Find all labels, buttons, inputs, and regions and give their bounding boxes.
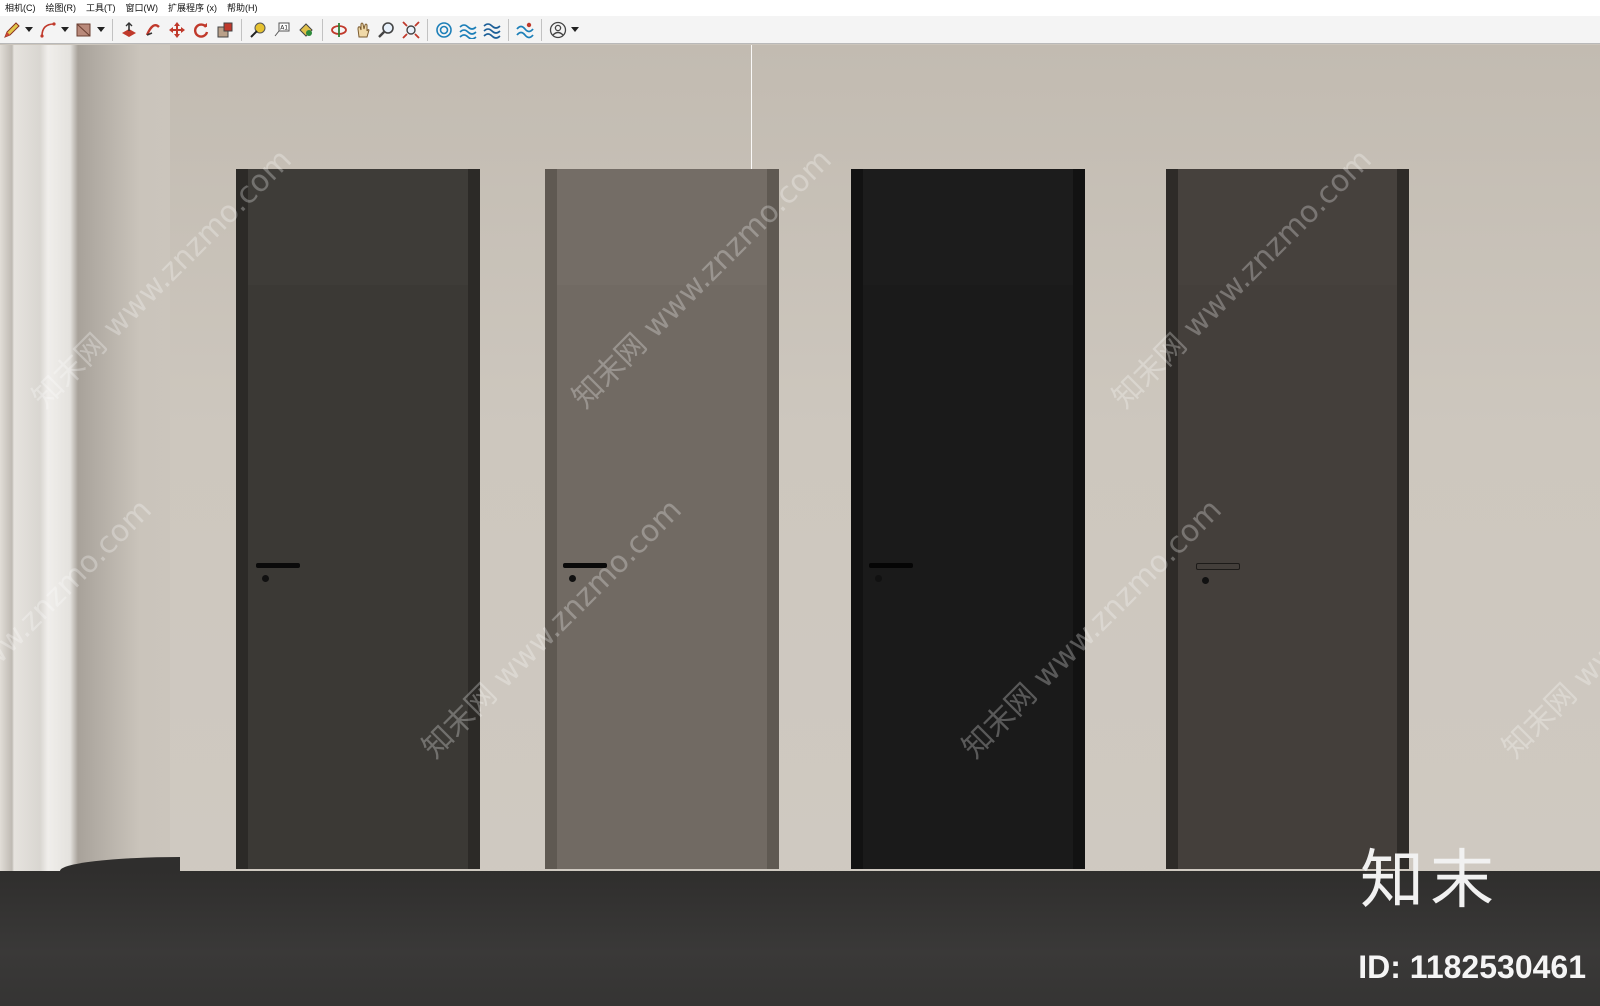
account-dropdown[interactable] xyxy=(570,19,579,41)
curved-wall xyxy=(0,45,180,871)
model-viewport[interactable]: 知末网 www.znzmo.com 知末网 www.znzmo.com 知末网 … xyxy=(0,45,1600,1006)
orbit-icon[interactable] xyxy=(328,19,350,41)
menu-window[interactable]: 窗口(W) xyxy=(121,0,164,16)
door-4-leaf xyxy=(1178,285,1397,869)
door-4-left-jamb xyxy=(1166,169,1178,869)
door-2-leaf xyxy=(557,285,767,869)
watermark-text: 知末网 www.znzmo.com xyxy=(1495,492,1600,766)
door-4-transom xyxy=(1178,169,1397,287)
terrain-icon[interactable] xyxy=(457,19,479,41)
door-2-right-jamb xyxy=(767,169,779,869)
door-4-handle xyxy=(1196,563,1240,570)
shape-icon[interactable] xyxy=(73,19,95,41)
door-4 xyxy=(1166,169,1409,869)
door-2-left-jamb xyxy=(545,169,557,869)
zoom-extents-icon[interactable] xyxy=(400,19,422,41)
brand-logo: 知末 xyxy=(1360,844,1500,918)
door-3-transom xyxy=(863,169,1073,287)
pencil-dropdown[interactable] xyxy=(24,19,33,41)
sandbox-icon[interactable] xyxy=(433,19,455,41)
door-3-left-jamb xyxy=(851,169,863,869)
door-3-right-jamb xyxy=(1073,169,1085,869)
guide-line xyxy=(751,45,752,171)
door-1-leaf xyxy=(248,285,468,869)
door-3-leaf xyxy=(863,285,1073,869)
door-1-handle xyxy=(256,563,300,568)
pan-icon[interactable] xyxy=(352,19,374,41)
toolbar-separator xyxy=(112,18,113,41)
account-icon[interactable] xyxy=(547,19,569,41)
move-icon[interactable] xyxy=(166,19,188,41)
toolbar-separator xyxy=(508,18,509,41)
door-1 xyxy=(236,169,480,869)
menu-help[interactable]: 帮助(H) xyxy=(222,0,263,16)
push-pull-icon[interactable] xyxy=(118,19,140,41)
shape-dropdown[interactable] xyxy=(96,19,105,41)
door-1-right-jamb xyxy=(468,169,480,869)
door-1-left-jamb xyxy=(236,169,248,869)
text-label-icon[interactable]: A1 xyxy=(271,19,293,41)
toolbar-separator xyxy=(427,18,428,41)
scale-icon[interactable] xyxy=(214,19,236,41)
contours-icon[interactable] xyxy=(481,19,503,41)
arc-icon[interactable] xyxy=(37,19,59,41)
arc-dropdown[interactable] xyxy=(60,19,69,41)
door-2-transom xyxy=(557,169,767,287)
door-3-lock xyxy=(875,575,882,582)
paint-bucket-icon[interactable] xyxy=(295,19,317,41)
smoove-icon[interactable] xyxy=(514,19,536,41)
door-2 xyxy=(545,169,779,869)
door-4-lock xyxy=(1202,577,1209,584)
door-1-transom xyxy=(248,169,468,287)
door-1-lock xyxy=(262,575,269,582)
menu-tools[interactable]: 工具(T) xyxy=(81,0,121,16)
zoom-icon[interactable] xyxy=(376,19,398,41)
menu-camera[interactable]: 相机(C) xyxy=(0,0,41,16)
door-3 xyxy=(851,169,1085,869)
rotate-icon[interactable] xyxy=(190,19,212,41)
door-4-right-jamb xyxy=(1397,169,1409,869)
pencil-icon[interactable] xyxy=(1,19,23,41)
svg-text:A1: A1 xyxy=(280,24,288,31)
door-2-lock xyxy=(569,575,576,582)
follow-me-icon[interactable] xyxy=(142,19,164,41)
door-2-handle xyxy=(563,563,607,568)
menu-bar: 相机(C) 绘图(R) 工具(T) 窗口(W) 扩展程序 (x) 帮助(H) xyxy=(0,0,1600,16)
toolbar-separator xyxy=(541,18,542,41)
menu-draw[interactable]: 绘图(R) xyxy=(41,0,82,16)
tape-measure-icon[interactable] xyxy=(247,19,269,41)
toolbar-separator xyxy=(322,18,323,41)
image-id-label: ID: 1182530461 xyxy=(1358,949,1586,985)
main-toolbar: A1 xyxy=(0,16,1600,44)
toolbar-separator xyxy=(241,18,242,41)
menu-extensions[interactable]: 扩展程序 (x) xyxy=(163,0,222,16)
door-3-handle xyxy=(869,563,913,568)
